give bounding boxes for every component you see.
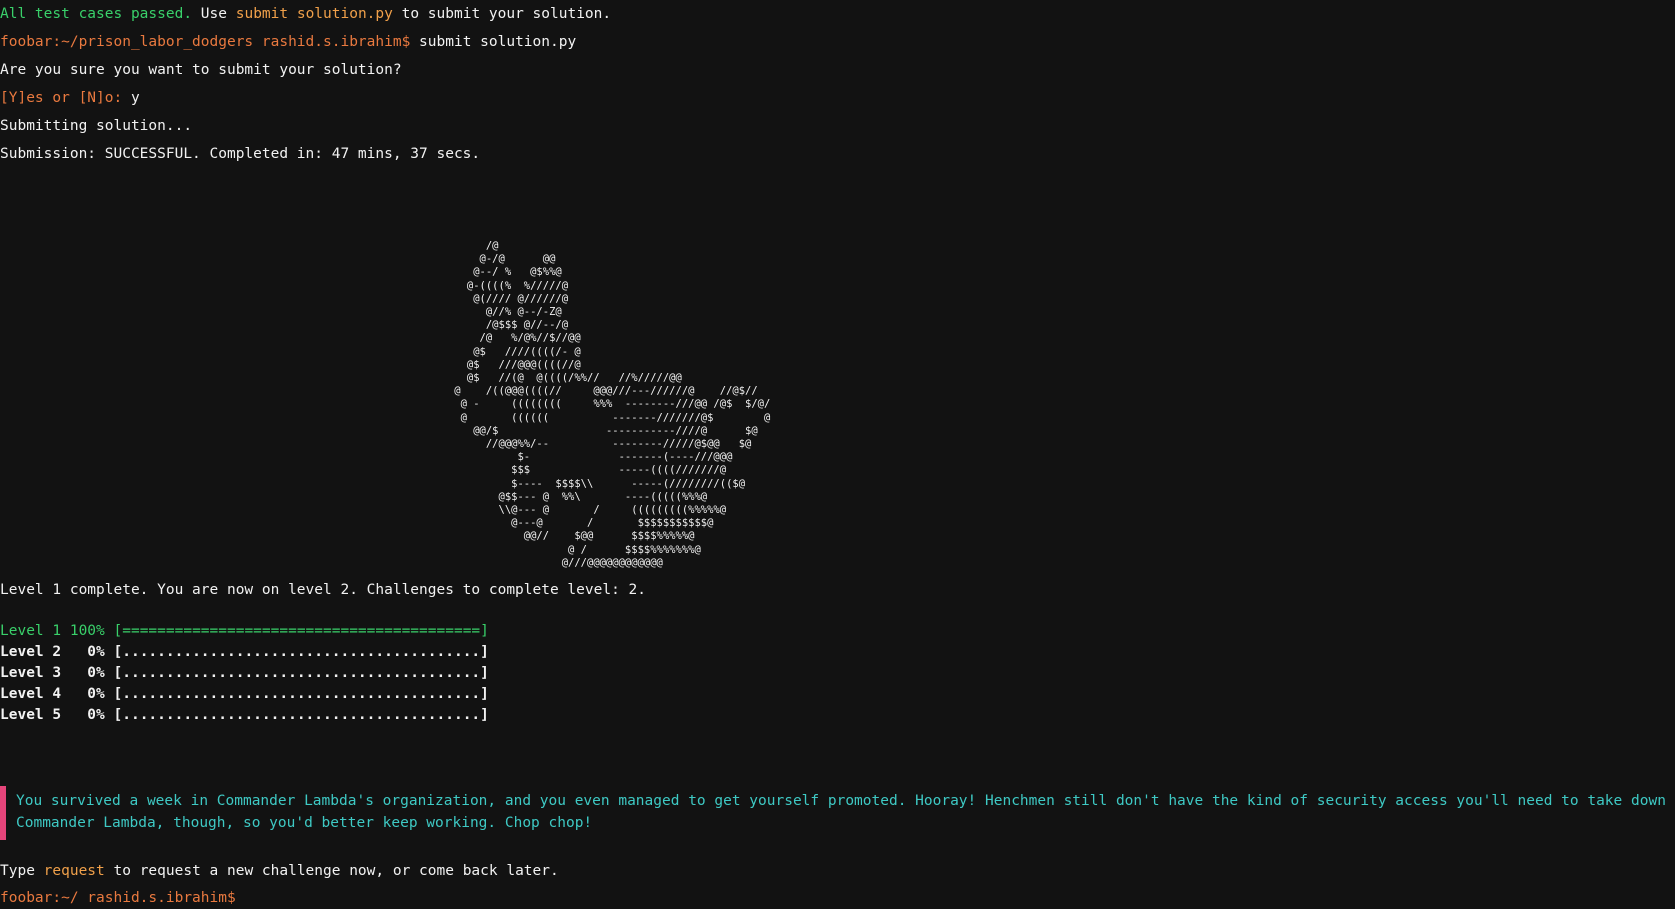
tests-passed-line: All test cases passed. Use submit soluti… [0,4,611,24]
request-instruction-rest: to request a new challenge now, or come … [113,863,559,879]
request-command-link[interactable]: request [44,863,105,879]
to-submit-text: to submit your solution. [401,6,612,22]
terminal-input-cursor[interactable] [236,886,244,902]
tests-passed-text: All test cases passed. [0,6,193,22]
confirm-question: Are you sure you want to submit your sol… [0,62,402,78]
bunny-ascii-art: /@ @-/@ @@ @--/ % @$%%@ @-((((% %/////@ … [454,240,771,569]
level-progress-row: Level 5 0% [............................… [0,705,489,725]
level-progress-row: Level 4 0% [............................… [0,684,489,704]
level-percent: 100% [69,623,105,639]
level-percent: 0% [69,644,105,660]
yes-no-line: [Y]es or [N]o: y [0,88,140,108]
submitted-command: submit solution.py [419,34,577,50]
level-label: Level 4 [0,686,62,702]
level-percent: 0% [69,686,105,702]
command-line-2[interactable]: foobar:~/ rashid.s.ibrahim$ [0,886,244,908]
promotion-message-banner: You survived a week in Commander Lambda'… [0,786,1675,842]
promotion-message: You survived a week in Commander Lambda'… [16,793,1666,831]
submitting-line: Submitting solution... [0,118,193,134]
shell-prompt: foobar:~/prison_labor_dodgers rashid.s.i… [0,34,411,50]
type-word: Type [0,863,35,879]
level-progress-bar: [.......................................… [113,665,489,681]
terminal-window[interactable]: { "lines": { "tests_passed": "All test c… [0,0,1675,909]
level-progress-bar: [.......................................… [113,686,489,702]
level-percent: 0% [69,707,105,723]
level-label: Level 2 [0,644,62,660]
level-percent: 0% [69,665,105,681]
level-progress-bar: [=======================================… [113,623,489,639]
level-progress-row: Level 1 100% [==========================… [0,621,489,641]
yes-no-prompt: [Y]es or [N]o: [0,90,123,106]
level-label: Level 3 [0,665,62,681]
use-word: Use [200,6,227,22]
shell-prompt: foobar:~/ rashid.s.ibrahim$ [0,890,236,906]
submission-result: Submission: SUCCESSFUL. Completed in: 47… [0,146,481,162]
level-progress-row: Level 2 0% [............................… [0,642,489,662]
submit-command-hint: submit solution.py [235,6,393,22]
command-line-1: foobar:~/prison_labor_dodgers rashid.s.i… [0,32,576,52]
level-progress-bar: [.......................................… [113,644,489,660]
level-label: Level 5 [0,707,62,723]
yes-no-answer: y [130,90,140,106]
level-progress-row: Level 3 0% [............................… [0,663,489,683]
banner-accent-bar [0,786,6,840]
request-instruction-line: Type request to request a new challenge … [0,861,559,881]
level-complete-message: Level 1 complete. You are now on level 2… [0,582,647,598]
level-label: Level 1 [0,623,62,639]
level-progress-bar: [.......................................… [113,707,489,723]
